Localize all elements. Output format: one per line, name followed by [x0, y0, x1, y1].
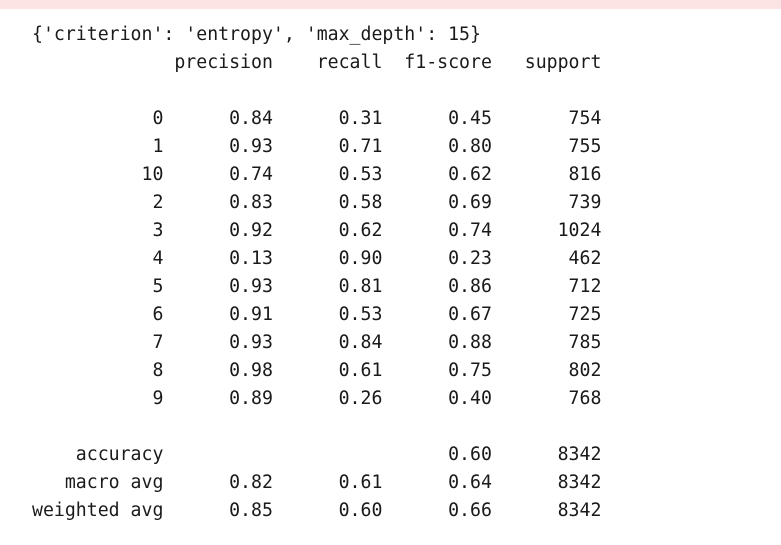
summary-rows: accuracy 0.60 8342 macro avg 0.82 0.61 0… — [32, 441, 601, 525]
class-row: 5 0.93 0.81 0.86 712 — [32, 276, 602, 297]
class-row: 7 0.93 0.84 0.88 785 — [32, 332, 602, 353]
class-rows: 0 0.84 0.31 0.45 754 1 0.93 0.71 0.80 75… — [32, 105, 601, 413]
summary-row: accuracy 0.60 8342 — [32, 444, 602, 465]
class-row: 0 0.84 0.31 0.45 754 — [32, 108, 602, 129]
class-row: 1 0.93 0.71 0.80 755 — [32, 136, 602, 157]
params-line: {'criterion': 'entropy', 'max_depth': 15… — [32, 24, 481, 45]
class-row: 9 0.89 0.26 0.40 768 — [32, 388, 602, 409]
class-row: 2 0.83 0.58 0.69 739 — [32, 192, 602, 213]
report-header-row: precision recall f1-score support — [32, 52, 602, 73]
class-row: 8 0.98 0.61 0.75 802 — [32, 360, 602, 381]
cell-output: {'criterion': 'entropy', 'max_depth': 15… — [32, 21, 601, 525]
class-row: 10 0.74 0.53 0.62 816 — [32, 164, 602, 185]
class-row: 6 0.91 0.53 0.67 725 — [32, 304, 602, 325]
cell-top-bar — [0, 0, 781, 9]
class-row: 3 0.92 0.62 0.74 1024 — [32, 220, 602, 241]
class-row: 4 0.13 0.90 0.23 462 — [32, 248, 602, 269]
summary-row: macro avg 0.82 0.61 0.64 8342 — [32, 472, 602, 493]
summary-row: weighted avg 0.85 0.60 0.66 8342 — [32, 500, 602, 521]
